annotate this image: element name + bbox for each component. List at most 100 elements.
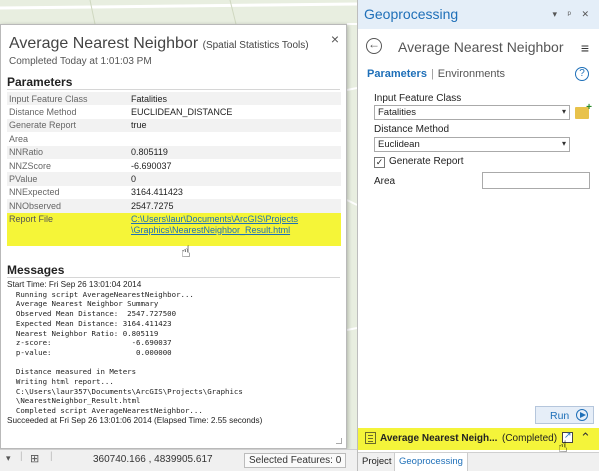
geoprocessing-pane: Geoprocessing ▾ ᵖ ✕ Average Nearest Neig… xyxy=(357,0,599,471)
message-line: p-value: 0.000000 xyxy=(7,347,172,357)
input-feature-class-select[interactable]: Fatalities ▾ xyxy=(374,105,570,120)
generate-report-checkbox[interactable]: ✓ xyxy=(374,157,385,168)
divider xyxy=(7,89,340,90)
param-value: 0 xyxy=(129,172,341,186)
run-button[interactable]: Run xyxy=(535,406,594,424)
result-popup: Average Nearest Neighbor (Spatial Statis… xyxy=(0,24,347,449)
tool-icon xyxy=(365,432,376,444)
table-row: NNZScore -6.690037 xyxy=(7,158,341,173)
tab-separator: | xyxy=(430,68,434,80)
message-start: Start Time: Fri Sep 26 13:01:04 2014 xyxy=(7,280,142,289)
param-key: NNRatio xyxy=(7,145,129,159)
table-row: Area xyxy=(7,132,341,146)
tab-environments[interactable]: Environments xyxy=(438,68,505,80)
distance-method-select[interactable]: Euclidean ▾ xyxy=(374,137,570,152)
pane-bottom-tabs: Project Geoprocessing xyxy=(358,452,599,471)
map-status-bar: ▾ | ⊞ | 360740.166 , 4839905.617 Selecte… xyxy=(0,449,357,471)
message-line: Observed Mean Distance: 2547.727500 xyxy=(7,309,177,319)
table-row-report-file: Report File C:\Users\laur\Documents\ArcG… xyxy=(7,212,341,246)
message-line xyxy=(7,358,339,368)
param-value: 0.805119 xyxy=(129,145,341,159)
message-line: Average Nearest Neighbor Summary xyxy=(7,299,159,309)
message-end: Succeeded at Fri Sep 26 13:01:06 2014 (E… xyxy=(7,415,263,425)
param-value: EUCLIDEAN_DISTANCE xyxy=(129,105,341,119)
param-value: -6.690037 xyxy=(129,158,341,173)
menu-icon[interactable]: ≡ xyxy=(581,40,589,56)
input-feature-class-value: Fatalities xyxy=(378,107,417,118)
message-line: Writing html report... xyxy=(7,377,114,387)
message-line: Completed script AverageNearestNeighbor.… xyxy=(7,406,203,416)
param-key: Report File xyxy=(7,212,129,246)
param-key: NNZScore xyxy=(7,158,129,173)
pane-header: Geoprocessing ▾ ᵖ ✕ xyxy=(358,0,599,29)
param-value: true xyxy=(129,118,341,133)
pane-tabs: Parameters | Environments xyxy=(367,68,505,80)
message-line: Distance measured in Meters xyxy=(7,367,137,377)
message-log: Running script AverageNearestNeighbor...… xyxy=(7,290,339,416)
distance-method-value: Euclidean xyxy=(378,139,420,150)
tab-project[interactable]: Project xyxy=(362,456,392,467)
param-value xyxy=(129,132,341,146)
tab-parameters[interactable]: Parameters xyxy=(367,68,427,80)
snapping-icon[interactable]: ⊞ xyxy=(30,452,39,465)
message-line: Nearest Neighbor Ratio: 0.805119 xyxy=(7,328,159,338)
messages-panel[interactable]: Start Time: Fri Sep 26 13:01:04 2014 Run… xyxy=(7,280,339,442)
chevron-up-icon[interactable]: ⌃ xyxy=(580,430,591,446)
distance-method-label: Distance Method xyxy=(374,124,450,135)
table-row: NNRatio 0.805119 xyxy=(7,145,341,159)
divider: | xyxy=(50,451,53,462)
param-key: Generate Report xyxy=(7,118,129,133)
param-key: Area xyxy=(7,132,129,146)
divider: | xyxy=(20,451,23,462)
parameters-heading: Parameters xyxy=(7,75,73,89)
message-line: \NearestNeighbor_Result.html xyxy=(7,396,141,406)
param-value: Fatalities xyxy=(129,92,341,106)
tab-geoprocessing[interactable]: Geoprocessing xyxy=(394,453,468,471)
close-icon[interactable]: × xyxy=(331,31,339,47)
report-file-line2: \Graphics\NearestNeighbor_Result.html xyxy=(131,224,291,235)
messages-heading: Messages xyxy=(7,263,65,277)
param-key: NNObserved xyxy=(7,199,129,213)
table-row: NNExpected 3164.411423 xyxy=(7,185,341,200)
message-line: Expected Mean Distance: 3164.411423 xyxy=(7,318,172,328)
message-line: Running script AverageNearestNeighbor... xyxy=(7,289,194,299)
table-row: PValue 0 xyxy=(7,172,341,186)
play-icon xyxy=(576,409,588,421)
selected-features-button[interactable]: Selected Features: 0 xyxy=(244,453,347,468)
back-icon[interactable] xyxy=(366,37,382,54)
pane-title: Geoprocessing xyxy=(364,6,459,22)
divider xyxy=(7,277,340,278)
param-key: Input Feature Class xyxy=(7,92,129,106)
table-row: Generate Report true xyxy=(7,118,341,133)
window-controls[interactable]: ▾ ᵖ ✕ xyxy=(553,9,593,20)
add-folder-icon[interactable] xyxy=(575,102,592,119)
param-key: PValue xyxy=(7,172,129,186)
report-file-line1: C:\Users\laur\Documents\ArcGIS\Projects xyxy=(131,213,299,224)
tool-status-name: Average Nearest Neigh... xyxy=(380,433,498,444)
param-key: Distance Method xyxy=(7,105,129,119)
table-row: Input Feature Class Fatalities xyxy=(7,92,341,106)
help-icon[interactable]: ? xyxy=(575,67,589,81)
resize-grip-icon[interactable] xyxy=(336,438,342,444)
parameters-table: Input Feature Class Fatalities Distance Me… xyxy=(7,92,341,246)
input-feature-class-label: Input Feature Class xyxy=(374,93,462,104)
chevron-down-icon[interactable]: ▾ xyxy=(6,453,11,464)
generate-report-label: Generate Report xyxy=(389,156,464,167)
tool-status-state: (Completed) xyxy=(502,433,558,444)
param-key: NNExpected xyxy=(7,185,129,200)
chevron-down-icon: ▾ xyxy=(561,139,566,148)
table-row: NNObserved 2547.7275 xyxy=(7,199,341,213)
message-line: C:\Users\laur357\Documents\ArcGIS\Projec… xyxy=(7,386,243,396)
popup-title: Average Nearest Neighbor (Spatial Statis… xyxy=(9,35,309,53)
table-row: Distance Method EUCLIDEAN_DISTANCE xyxy=(7,105,341,119)
param-value: 3164.411423 xyxy=(129,185,341,200)
popup-completed-time: Completed Today at 1:01:03 PM xyxy=(9,56,152,67)
message-line: z-score: -6.690037 xyxy=(7,338,172,348)
popup-tool-name: Average Nearest Neighbor xyxy=(9,35,199,52)
report-file-link[interactable]: C:\Users\laur\Documents\ArcGIS\Projects … xyxy=(129,212,341,246)
area-field[interactable] xyxy=(482,172,590,189)
param-value: 2547.7275 xyxy=(129,199,341,213)
chevron-down-icon: ▾ xyxy=(561,107,566,116)
run-label: Run xyxy=(550,410,570,422)
tool-title: Average Nearest Neighbor xyxy=(398,39,564,55)
